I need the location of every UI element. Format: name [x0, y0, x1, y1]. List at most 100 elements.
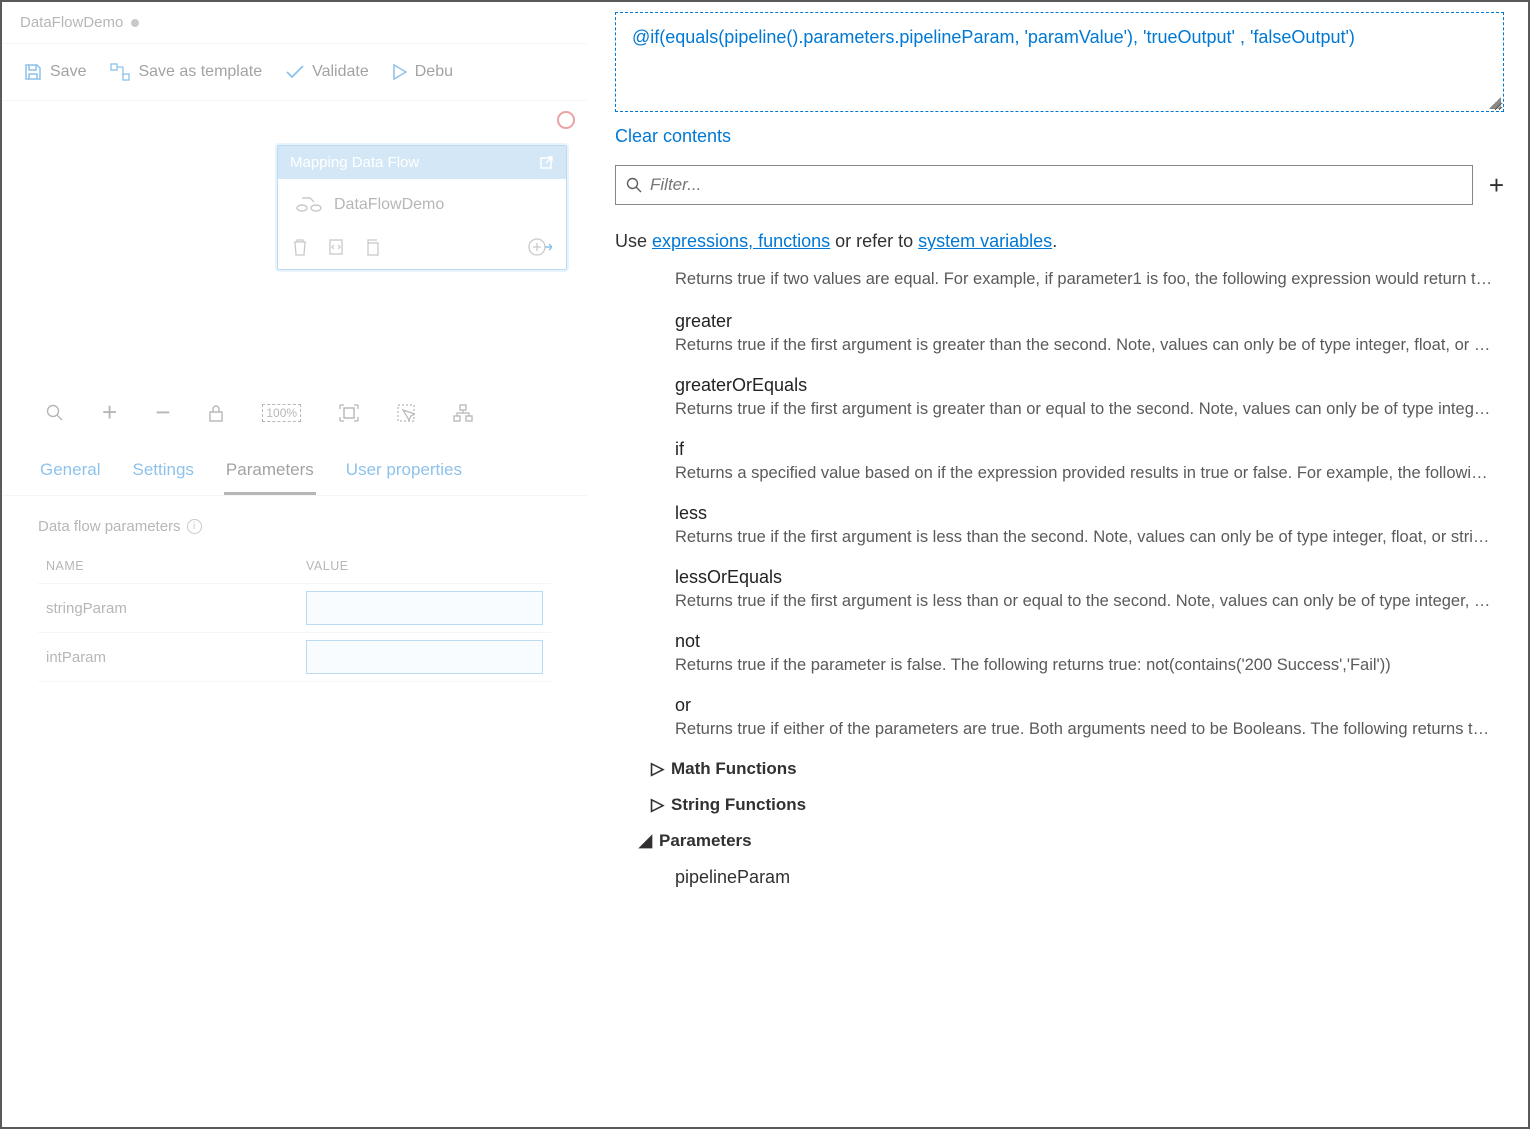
- fn-desc: Returns true if the first argument is le…: [675, 592, 1494, 611]
- param-row: stringParam: [38, 584, 551, 633]
- add-output-icon[interactable]: [528, 237, 552, 257]
- save-button[interactable]: Save: [14, 57, 96, 87]
- unsaved-indicator-icon: [131, 19, 139, 27]
- open-external-icon[interactable]: [538, 155, 554, 171]
- tab-settings[interactable]: Settings: [130, 450, 195, 495]
- param-table-header: NAME VALUE: [38, 549, 551, 584]
- function-item[interactable]: or Returns true if either of the paramet…: [675, 695, 1494, 739]
- fn-desc: Returns true if two values are equal. Fo…: [675, 270, 1494, 289]
- fn-name: lessOrEquals: [675, 567, 1494, 588]
- function-item[interactable]: greater Returns true if the first argume…: [675, 311, 1494, 355]
- dataflow-node[interactable]: Mapping Data Flow DataFlowDemo: [277, 145, 567, 270]
- info-icon[interactable]: i: [187, 519, 202, 534]
- param-value-input[interactable]: [306, 591, 543, 625]
- chevron-down-icon: ◢: [639, 831, 651, 851]
- help-text: Use expressions, functions or refer to s…: [615, 231, 1504, 252]
- search-icon[interactable]: [46, 404, 64, 422]
- function-item[interactable]: lessOrEquals Returns true if the first a…: [675, 567, 1494, 611]
- fn-name: greater: [675, 311, 1494, 332]
- zoom-out-icon[interactable]: −: [155, 397, 170, 428]
- param-table: NAME VALUE stringParam intParam: [38, 549, 551, 682]
- fn-name: less: [675, 503, 1494, 524]
- search-icon: [626, 177, 642, 193]
- save-icon: [24, 63, 42, 81]
- play-icon: [393, 64, 407, 80]
- add-button[interactable]: +: [1489, 170, 1504, 201]
- expressions-link[interactable]: expressions, functions: [652, 231, 830, 251]
- toolbar: Save Save as template Validate Debu: [2, 44, 587, 100]
- expression-builder-panel: @if(equals(pipeline().parameters.pipelin…: [587, 2, 1528, 1127]
- canvas-toolbar: + − 100%: [2, 387, 587, 438]
- group-parameters[interactable]: ◢ Parameters: [639, 831, 1494, 851]
- system-variables-link[interactable]: system variables: [918, 231, 1052, 251]
- node-body: DataFlowDemo: [278, 179, 566, 231]
- params-title: Data flow parameters i: [38, 518, 551, 535]
- select-icon[interactable]: [397, 404, 415, 422]
- node-header-label: Mapping Data Flow: [290, 154, 419, 171]
- fn-desc: Returns true if the first argument is gr…: [675, 400, 1494, 419]
- debug-button[interactable]: Debu: [383, 57, 463, 87]
- node-name: DataFlowDemo: [334, 196, 444, 214]
- filter-row: +: [615, 165, 1504, 205]
- template-icon: [110, 63, 130, 81]
- param-name: stringParam: [46, 600, 306, 617]
- group-math[interactable]: ▷ Math Functions: [651, 759, 1494, 779]
- tab-bar: DataFlowDemo: [2, 2, 587, 44]
- fn-desc: Returns true if the first argument is gr…: [675, 336, 1494, 355]
- check-icon: [286, 65, 304, 79]
- function-list[interactable]: Returns true if two values are equal. Fo…: [615, 270, 1504, 1117]
- zoom-in-icon[interactable]: +: [102, 397, 117, 428]
- group-string[interactable]: ▷ String Functions: [651, 795, 1494, 815]
- fn-desc: Returns true if the first argument is le…: [675, 528, 1494, 547]
- chevron-right-icon: ▷: [651, 759, 663, 779]
- parameter-item[interactable]: pipelineParam: [675, 867, 1494, 888]
- param-value-input[interactable]: [306, 640, 543, 674]
- fit-icon[interactable]: [339, 404, 359, 422]
- node-footer: [278, 231, 566, 269]
- tab-parameters[interactable]: Parameters: [224, 450, 316, 495]
- filter-box[interactable]: [615, 165, 1473, 205]
- fn-name: or: [675, 695, 1494, 716]
- function-item[interactable]: not Returns true if the parameter is fal…: [675, 631, 1494, 675]
- tab-general[interactable]: General: [38, 450, 102, 495]
- layout-icon[interactable]: [453, 404, 473, 422]
- node-header: Mapping Data Flow: [278, 146, 566, 179]
- function-item[interactable]: less Returns true if the first argument …: [675, 503, 1494, 547]
- zoom-100-icon[interactable]: 100%: [262, 404, 301, 422]
- param-name: intParam: [46, 649, 306, 666]
- dataflow-icon: [296, 195, 322, 215]
- save-template-label: Save as template: [138, 63, 262, 81]
- expression-textarea[interactable]: @if(equals(pipeline().parameters.pipelin…: [615, 12, 1504, 112]
- chevron-right-icon: ▷: [651, 795, 663, 815]
- file-tab[interactable]: DataFlowDemo: [2, 2, 157, 43]
- fn-name: greaterOrEquals: [675, 375, 1494, 396]
- fn-desc: Returns true if the parameter is false. …: [675, 656, 1494, 675]
- function-item[interactable]: if Returns a specified value based on if…: [675, 439, 1494, 483]
- copy-icon[interactable]: [364, 238, 380, 256]
- validate-button[interactable]: Validate: [276, 57, 379, 87]
- params-section: Data flow parameters i NAME VALUE string…: [2, 496, 587, 704]
- left-panel: DataFlowDemo Save Save as template Valid…: [2, 2, 587, 1127]
- save-template-button[interactable]: Save as template: [100, 57, 272, 87]
- delete-icon[interactable]: [292, 238, 308, 256]
- lower-tabs: General Settings Parameters User propert…: [2, 440, 587, 496]
- tab-title: DataFlowDemo: [20, 14, 123, 31]
- help-suffix: .: [1052, 231, 1057, 251]
- fn-desc: Returns true if either of the parameters…: [675, 720, 1494, 739]
- code-icon[interactable]: [328, 238, 344, 256]
- lock-icon[interactable]: [208, 404, 224, 422]
- function-item[interactable]: greaterOrEquals Returns true if the firs…: [675, 375, 1494, 419]
- canvas[interactable]: Mapping Data Flow DataFlowDemo: [2, 100, 587, 440]
- group-label: Math Functions: [671, 759, 797, 779]
- filter-input[interactable]: [650, 175, 1462, 195]
- param-row: intParam: [38, 633, 551, 682]
- tab-user-properties[interactable]: User properties: [344, 450, 464, 495]
- save-label: Save: [50, 63, 86, 81]
- debug-label: Debu: [415, 63, 453, 81]
- group-label: Parameters: [659, 831, 752, 851]
- fn-desc: Returns a specified value based on if th…: [675, 464, 1494, 483]
- col-name: NAME: [46, 559, 306, 573]
- group-label: String Functions: [671, 795, 806, 815]
- params-title-text: Data flow parameters: [38, 518, 181, 535]
- clear-contents-link[interactable]: Clear contents: [615, 126, 1504, 147]
